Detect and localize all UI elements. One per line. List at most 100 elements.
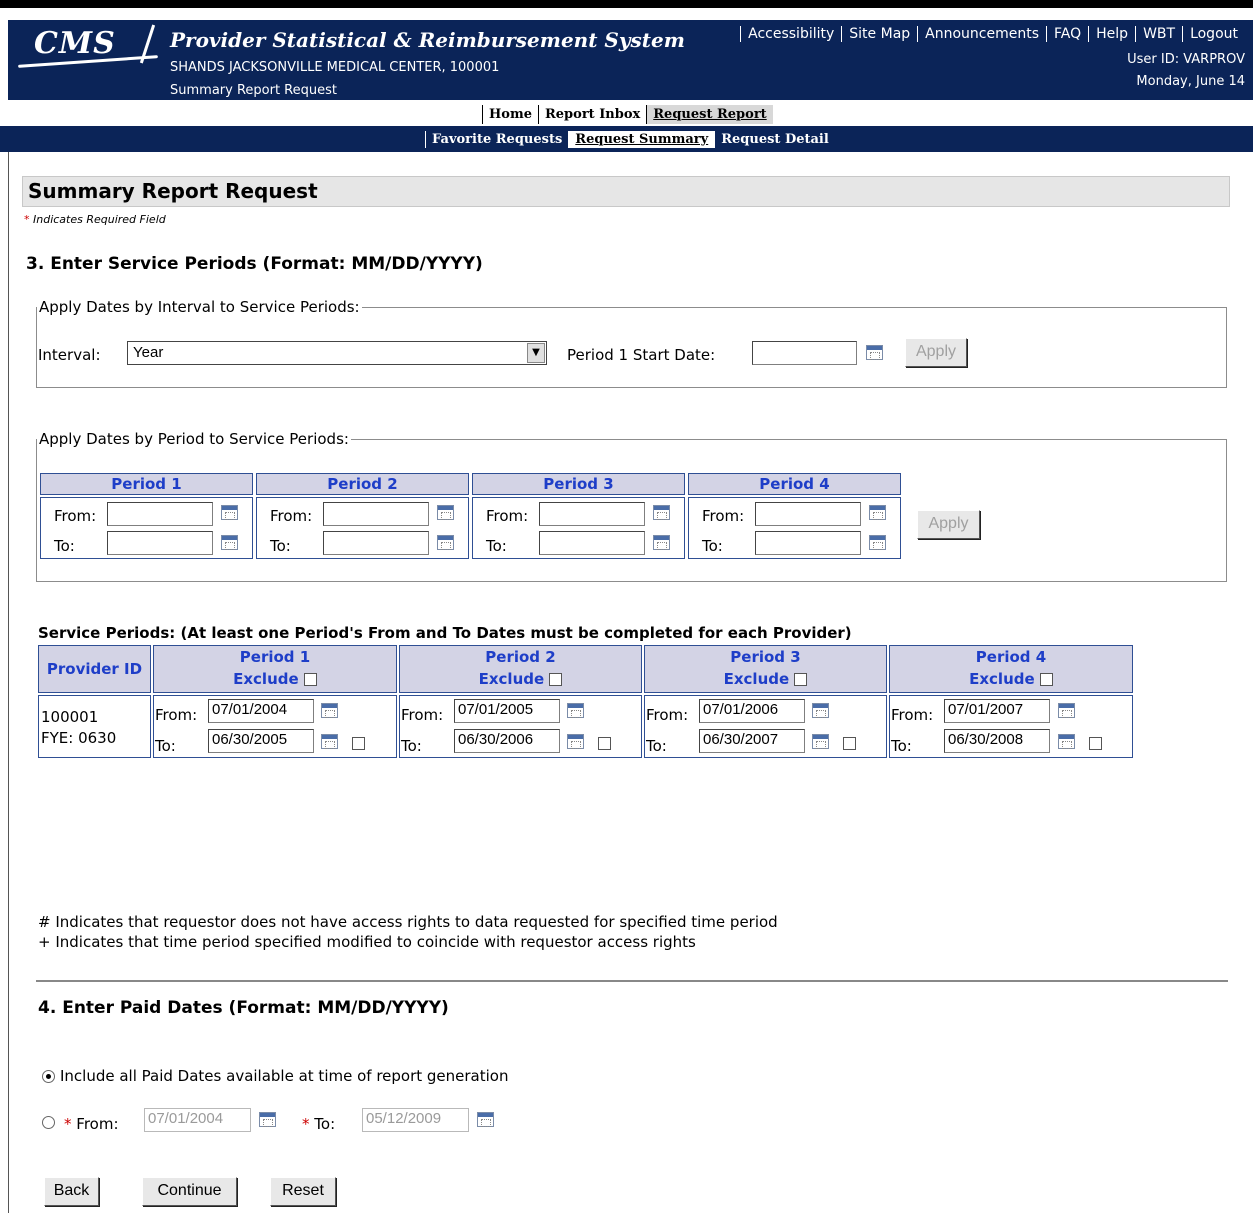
sp-period-2-title: Period 2	[485, 648, 556, 666]
period-4-from-input[interactable]	[755, 502, 861, 526]
section-3-heading: 3. Enter Service Periods (Format: MM/DD/…	[26, 254, 483, 274]
paid-to-label: To:	[314, 1115, 336, 1133]
sp-period-1-from-input[interactable]: 07/01/2004	[208, 699, 314, 723]
interval-label: Interval:	[38, 346, 101, 364]
provider-id-value: 100001	[41, 708, 99, 726]
section-4-heading: 4. Enter Paid Dates (Format: MM/DD/YYYY)	[38, 998, 449, 1018]
sp-period-4-header: Period 4 Exclude	[889, 645, 1133, 693]
nav-request-detail[interactable]: Request Detail	[714, 131, 835, 148]
primary-nav-items: Home Report Inbox Request Report	[482, 105, 773, 124]
period-1-to-input[interactable]	[107, 531, 213, 555]
sp-period-4-title: Period 4	[975, 648, 1047, 666]
left-border	[8, 152, 9, 1213]
include-all-label: Include all Paid Dates available at time…	[60, 1067, 509, 1085]
utility-links: Accessibility Site Map Announcements FAQ…	[740, 26, 1245, 42]
sp-period-4-exclude-all-checkbox[interactable]	[1039, 673, 1053, 686]
sp-period-2-from-input[interactable]: 07/01/2005	[454, 699, 560, 723]
sp-period-1-exclude-checkbox[interactable]	[352, 737, 365, 750]
sp-period-4-from-label: From:	[891, 706, 934, 724]
sp-period-3-exclude-all-checkbox[interactable]	[794, 673, 808, 686]
nav-request-report[interactable]: Request Report	[646, 105, 773, 124]
note-plus: + Indicates that time period specified m…	[38, 933, 696, 951]
interval-select[interactable]: Year ▼	[127, 341, 547, 365]
interval-apply-button[interactable]: Apply	[905, 338, 967, 367]
calendar-icon[interactable]	[869, 505, 886, 520]
interval-legend: Apply Dates by Interval to Service Perio…	[39, 298, 360, 316]
calendar-icon[interactable]	[869, 535, 886, 550]
include-all-paid-dates-radio[interactable]	[42, 1070, 55, 1083]
calendar-icon[interactable]	[321, 703, 338, 718]
sp-period-1-to-label: To:	[155, 737, 176, 755]
nav-favorite-requests[interactable]: Favorite Requests	[425, 131, 568, 148]
sp-period-3-to-input[interactable]: 06/30/2007	[699, 729, 805, 753]
calendar-icon[interactable]	[1058, 703, 1075, 718]
calendar-icon[interactable]	[866, 345, 883, 360]
period-4-to-input[interactable]	[755, 531, 861, 555]
nav-home[interactable]: Home	[482, 105, 538, 124]
continue-button[interactable]: Continue	[142, 1177, 237, 1206]
calendar-icon[interactable]	[259, 1112, 276, 1127]
sp-period-1-to-input[interactable]: 06/30/2005	[208, 729, 314, 753]
calendar-icon[interactable]	[321, 734, 338, 749]
current-date: Monday, June 14	[1136, 74, 1245, 89]
sp-period-1-title: Period 1	[239, 648, 311, 666]
required-star: *	[64, 1115, 72, 1133]
calendar-icon[interactable]	[221, 535, 238, 550]
site-map-link[interactable]: Site Map	[841, 26, 917, 42]
calendar-icon[interactable]	[812, 703, 829, 718]
calendar-icon[interactable]	[221, 505, 238, 520]
period-legend: Apply Dates by Period to Service Periods…	[39, 430, 349, 448]
sp-period-1-exclude-all-checkbox[interactable]	[303, 673, 317, 686]
period-3-from-input[interactable]	[539, 502, 645, 526]
sp-period-4-from-input[interactable]: 07/01/2007	[944, 699, 1050, 723]
secondary-nav-items: Favorite Requests Request Summary Reques…	[425, 131, 835, 148]
sp-period-1-from-label: From:	[155, 706, 198, 724]
back-button[interactable]: Back	[44, 1177, 99, 1206]
calendar-icon[interactable]	[812, 734, 829, 749]
period-2-header: Period 2	[256, 473, 469, 495]
period-1-to-label: To:	[54, 537, 75, 555]
reset-button[interactable]: Reset	[270, 1177, 336, 1206]
calendar-icon[interactable]	[437, 505, 454, 520]
accessibility-link[interactable]: Accessibility	[740, 26, 841, 42]
sp-period-3-from-input[interactable]: 07/01/2006	[699, 699, 805, 723]
calendar-icon[interactable]	[437, 535, 454, 550]
sp-period-4-to-label: To:	[891, 737, 912, 755]
sp-period-2-exclude-checkbox[interactable]	[598, 737, 611, 750]
paid-from-input[interactable]: 07/01/2004	[144, 1108, 251, 1132]
calendar-icon[interactable]	[477, 1112, 494, 1127]
period-2-from-input[interactable]	[323, 502, 429, 526]
sp-period-3-exclude-label: Exclude	[723, 670, 790, 688]
sp-period-4-to-input[interactable]: 06/30/2008	[944, 729, 1050, 753]
calendar-icon[interactable]	[567, 703, 584, 718]
paid-to-input[interactable]: 05/12/2009	[362, 1108, 469, 1132]
period-3-to-label: To:	[486, 537, 507, 555]
calendar-icon[interactable]	[653, 505, 670, 520]
period-3-to-input[interactable]	[539, 531, 645, 555]
paid-date-range-radio[interactable]	[42, 1116, 55, 1129]
logout-link[interactable]: Logout	[1182, 26, 1245, 42]
nav-report-inbox[interactable]: Report Inbox	[537, 105, 646, 124]
nav-request-summary[interactable]: Request Summary	[568, 131, 715, 148]
sp-period-3-exclude-checkbox[interactable]	[843, 737, 856, 750]
sp-period-4-exclude-checkbox[interactable]	[1089, 737, 1102, 750]
sp-period-2-exclude-all-checkbox[interactable]	[549, 673, 563, 686]
period1-start-input[interactable]	[752, 341, 857, 365]
required-note: * Indicates Required Field	[24, 213, 166, 226]
announcements-link[interactable]: Announcements	[917, 26, 1046, 42]
sp-period-2-to-input[interactable]: 06/30/2006	[454, 729, 560, 753]
wbt-link[interactable]: WBT	[1135, 26, 1182, 42]
sp-period-3-title: Period 3	[730, 648, 801, 666]
section-divider	[36, 980, 1228, 982]
faq-link[interactable]: FAQ	[1046, 26, 1088, 42]
page-title: Summary Report Request	[28, 179, 318, 203]
chevron-down-icon[interactable]: ▼	[527, 343, 545, 363]
help-link[interactable]: Help	[1088, 26, 1135, 42]
calendar-icon[interactable]	[653, 535, 670, 550]
sp-period-4-exclude-label: Exclude	[969, 670, 1035, 688]
period-1-from-input[interactable]	[107, 502, 213, 526]
period-apply-button[interactable]: Apply	[917, 510, 980, 539]
calendar-icon[interactable]	[1058, 734, 1075, 749]
period-2-to-input[interactable]	[323, 531, 429, 555]
calendar-icon[interactable]	[567, 734, 584, 749]
